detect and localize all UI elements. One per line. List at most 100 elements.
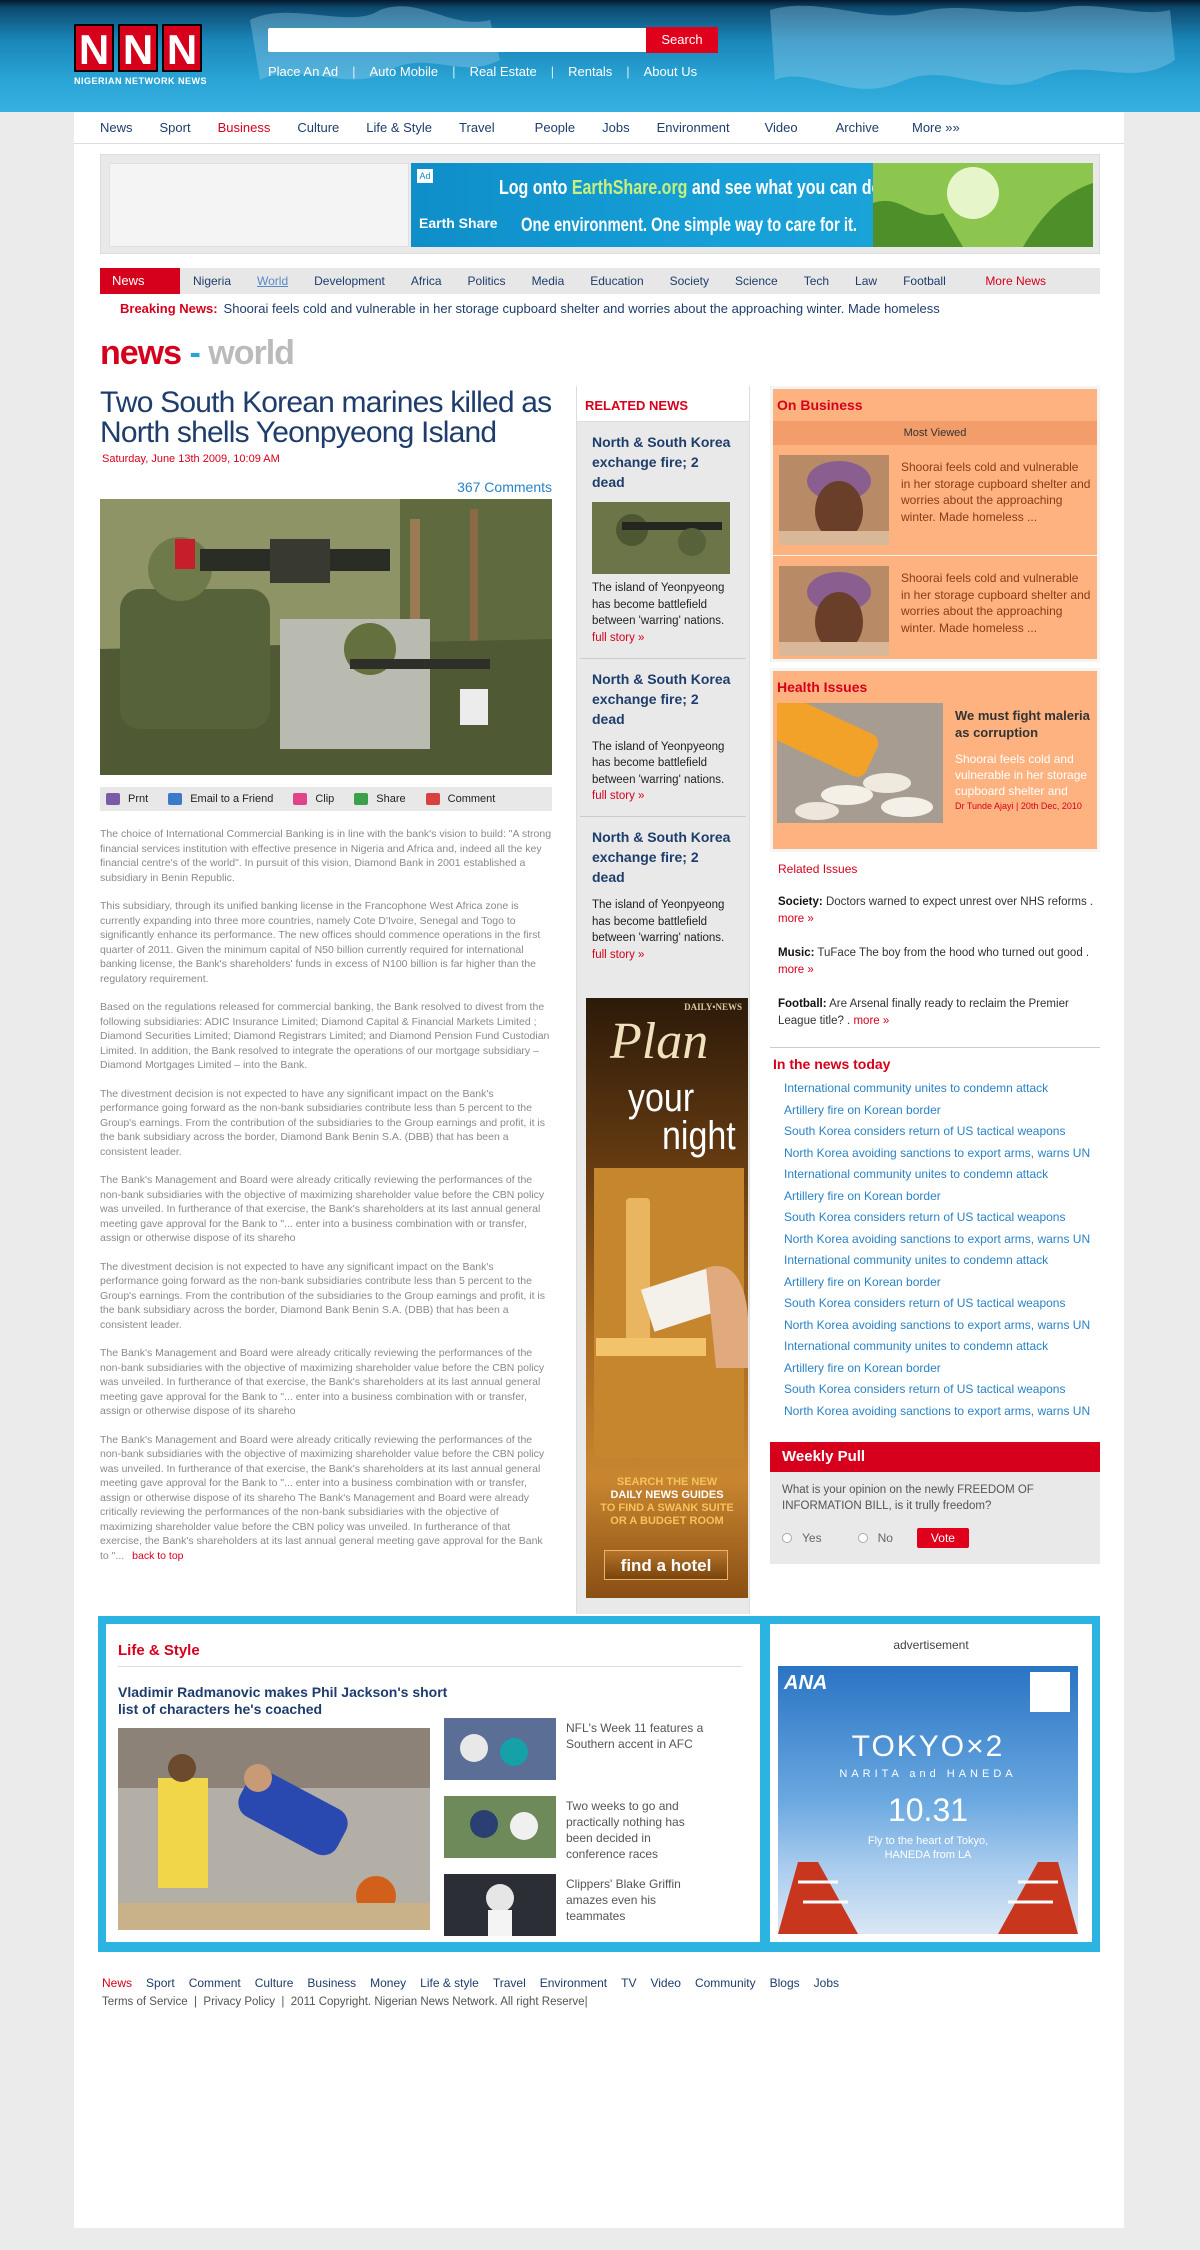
nav-video[interactable]: Video [765, 120, 798, 135]
poll-no-radio[interactable] [857, 1533, 868, 1543]
find-hotel-button[interactable]: find a hotel [604, 1550, 728, 1580]
related-item-thumbnail[interactable] [592, 502, 730, 574]
share-button[interactable]: Share [354, 793, 406, 805]
subnav-media[interactable]: Media [532, 274, 565, 288]
full-story-link[interactable]: full story » [592, 949, 644, 961]
news-list-item[interactable]: North Korea avoiding sanctions to export… [784, 1143, 1100, 1165]
more-link[interactable]: more » [778, 964, 814, 976]
subnav-world[interactable]: World [257, 274, 288, 288]
footer-link-video[interactable]: Video [650, 1976, 680, 1990]
footer-link-culture[interactable]: Culture [255, 1976, 294, 1990]
nav-life-style[interactable]: Life & Style [366, 120, 432, 135]
footer-link-travel[interactable]: Travel [493, 1976, 526, 1990]
hotel-ad[interactable]: DAILY•NEWS Plan your night SEARCH THE NE… [586, 998, 748, 1598]
clip-button[interactable]: Clip [293, 793, 334, 805]
news-list-item[interactable]: International community unites to condem… [784, 1336, 1100, 1358]
subnav-development[interactable]: Development [314, 274, 385, 288]
subnav-nigeria[interactable]: Nigeria [193, 274, 231, 288]
footer-link-sport[interactable]: Sport [146, 1976, 175, 1990]
more-link[interactable]: more » [778, 913, 814, 925]
footer-link-jobs[interactable]: Jobs [814, 1976, 839, 1990]
life-style-side-item[interactable]: Two weeks to go and practically nothing … [444, 1796, 706, 1862]
subnav-tech[interactable]: Tech [804, 274, 829, 288]
related-item-title[interactable]: North & South Korea exchange fire; 2 dea… [592, 669, 734, 729]
full-story-link[interactable]: full story » [592, 790, 644, 802]
related-item-title[interactable]: North & South Korea exchange fire; 2 dea… [592, 432, 734, 492]
subnav-politics[interactable]: Politics [468, 274, 506, 288]
ana-tokyo-ad[interactable]: ANA TOKYO×2 NARITA and HANEDA 10.31 Fly … [778, 1666, 1078, 1934]
nav-culture[interactable]: Culture [297, 120, 339, 135]
news-list-item[interactable]: International community unites to condem… [784, 1250, 1100, 1272]
footer-link-blogs[interactable]: Blogs [770, 1976, 800, 1990]
search-button[interactable]: Search [646, 27, 718, 53]
print-button[interactable]: Prnt [106, 793, 148, 805]
top-link-place-ad[interactable]: Place An Ad [268, 64, 338, 79]
nav-people[interactable]: People [535, 120, 575, 135]
top-link-rentals[interactable]: Rentals [568, 64, 612, 79]
comments-link[interactable]: 367 Comments [100, 479, 552, 495]
news-list-item[interactable]: Artillery fire on Korean border [784, 1100, 1100, 1122]
subnav-society[interactable]: Society [670, 274, 709, 288]
footer-link-life-style[interactable]: Life & style [420, 1976, 479, 1990]
news-list-item[interactable]: Artillery fire on Korean border [784, 1186, 1100, 1208]
news-list-item[interactable]: Artillery fire on Korean border [784, 1358, 1100, 1380]
related-item-title[interactable]: North & South Korea exchange fire; 2 dea… [592, 827, 734, 887]
more-news-link[interactable]: More News [985, 274, 1046, 288]
news-list-item[interactable]: International community unites to condem… [784, 1078, 1100, 1100]
more-link[interactable]: more » [853, 1015, 889, 1027]
basketball-photo[interactable] [118, 1728, 430, 1930]
nav-jobs[interactable]: Jobs [602, 120, 629, 135]
footer-link-tv[interactable]: TV [621, 1976, 636, 1990]
poll-yes-radio[interactable] [782, 1533, 792, 1543]
nav-news[interactable]: News [100, 120, 133, 135]
email-button[interactable]: Email to a Friend [168, 793, 273, 805]
news-list-item[interactable]: Artillery fire on Korean border [784, 1272, 1100, 1294]
news-list-item[interactable]: International community unites to condem… [784, 1164, 1100, 1186]
terms-link[interactable]: Terms of Service [102, 1996, 188, 2008]
news-list-item[interactable]: South Korea considers return of US tacti… [784, 1121, 1100, 1143]
top-link-real-estate[interactable]: Real Estate [470, 64, 537, 79]
news-list-item[interactable]: South Korea considers return of US tacti… [784, 1379, 1100, 1401]
pills-photo[interactable] [777, 703, 943, 823]
breaking-news[interactable]: Breaking News: Shoorai feels cold and vul… [120, 301, 940, 316]
subnav-science[interactable]: Science [735, 274, 778, 288]
footer-link-news[interactable]: News [102, 1976, 132, 1990]
subnav-football[interactable]: Football [903, 274, 946, 288]
earthshare-banner-ad[interactable]: Ad Log onto EarthShare.org and see what … [411, 163, 1093, 247]
footer-link-environment[interactable]: Environment [540, 1976, 607, 1990]
subnav-education[interactable]: Education [590, 274, 643, 288]
life-style-side-item[interactable]: NFL's Week 11 features a Southern accent… [444, 1718, 706, 1780]
footer-link-money[interactable]: Money [370, 1976, 406, 1990]
site-logo[interactable]: N N N NIGERIAN NETWORK NEWS [74, 24, 207, 86]
full-story-link[interactable]: full story » [592, 632, 644, 644]
footer-link-business[interactable]: Business [307, 1976, 356, 1990]
business-item[interactable]: Shoorai feels cold and vulnerable in her… [773, 556, 1097, 666]
comment-button[interactable]: Comment [425, 793, 495, 805]
subnav-africa[interactable]: Africa [411, 274, 442, 288]
news-list-item[interactable]: North Korea avoiding sanctions to export… [784, 1229, 1100, 1251]
nav-environment[interactable]: Environment [657, 120, 730, 135]
footer-link-community[interactable]: Community [695, 1976, 756, 1990]
subnav-news-label[interactable]: News [100, 268, 180, 294]
nav-sport[interactable]: Sport [160, 120, 191, 135]
news-list-item[interactable]: South Korea considers return of US tacti… [784, 1293, 1100, 1315]
nav-more[interactable]: More »» [912, 120, 960, 135]
most-viewed-tab[interactable]: Most Viewed [773, 421, 1097, 445]
top-link-about-us[interactable]: About Us [644, 64, 697, 79]
vote-button[interactable]: Vote [916, 1528, 969, 1548]
nav-business[interactable]: Business [218, 120, 271, 135]
life-style-headline[interactable]: Vladimir Radmanovic makes Phil Jackson's… [118, 1684, 448, 1718]
news-list-item[interactable]: South Korea considers return of US tacti… [784, 1207, 1100, 1229]
back-to-top-link[interactable]: back to top [132, 1550, 183, 1562]
footer-link-comment[interactable]: Comment [189, 1976, 241, 1990]
privacy-link[interactable]: Privacy Policy [203, 1996, 275, 2008]
life-style-side-item[interactable]: Clippers' Blake Griffin amazes even his … [444, 1874, 706, 1936]
search-input[interactable] [268, 28, 648, 52]
nav-travel[interactable]: Travel [459, 120, 495, 135]
top-link-auto-mobile[interactable]: Auto Mobile [370, 64, 439, 79]
business-item[interactable]: Shoorai feels cold and vulnerable in her… [773, 445, 1097, 556]
health-headline[interactable]: We must fight maleria as corruption [955, 707, 1093, 741]
news-list-item[interactable]: North Korea avoiding sanctions to export… [784, 1315, 1100, 1337]
subnav-law[interactable]: Law [855, 274, 877, 288]
news-list-item[interactable]: North Korea avoiding sanctions to export… [784, 1401, 1100, 1423]
